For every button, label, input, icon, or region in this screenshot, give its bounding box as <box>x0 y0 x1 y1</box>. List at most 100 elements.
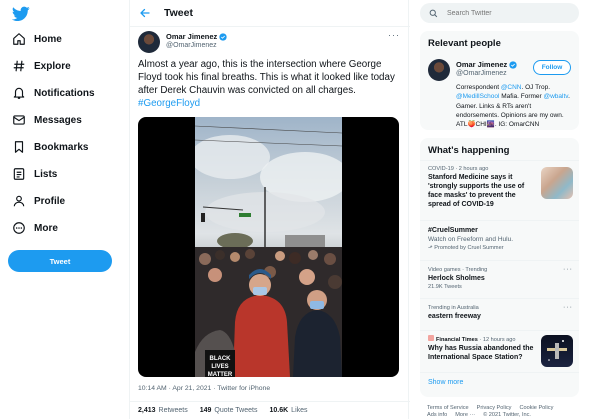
nav-explore[interactable]: Explore <box>12 57 71 75</box>
hashtag-link[interactable]: #GeorgeFloyd <box>138 98 200 109</box>
tweet-video[interactable]: BLACK LIVES MATTER <box>138 117 399 377</box>
verified-badge-icon <box>509 60 517 69</box>
trend-time: · 12 hours ago <box>477 337 516 343</box>
nav-label: Notifications <box>34 87 95 99</box>
back-arrow-icon[interactable] <box>139 7 151 19</box>
trend-subtitle: Watch on Freeform and Hulu. <box>428 236 514 243</box>
quote-tweets-count[interactable]: 149 Quote Tweets <box>200 407 258 414</box>
nav-lists[interactable]: Lists <box>12 165 57 183</box>
page-header: Tweet <box>130 0 410 27</box>
svg-text:BLACK: BLACK <box>210 356 232 362</box>
nav-label: Profile <box>34 195 66 207</box>
trend-headline: #CruelSummer <box>428 227 478 234</box>
tweet-text: Almost a year ago, this is the intersect… <box>138 58 400 110</box>
nav-more[interactable]: More <box>12 219 58 237</box>
svg-text:MATTER: MATTER <box>208 372 233 377</box>
footer-link[interactable]: More ··· <box>455 412 475 419</box>
tweet-stats: 2,413 Retweets 149 Quote Tweets 10.6K Likes <box>130 401 410 419</box>
avatar[interactable] <box>138 31 160 53</box>
list-icon <box>13 168 25 180</box>
footer-link[interactable]: Terms of Service <box>427 405 469 412</box>
person-name-row[interactable]: Omar Jimenez <box>456 60 517 69</box>
trend-thumbnail[interactable] <box>541 167 573 199</box>
author-name-row[interactable]: Omar Jimenez <box>166 32 227 41</box>
likes-value: 10.6K <box>269 407 289 414</box>
trend-source: Financial Times <box>436 337 478 343</box>
bio-link-wbaltv[interactable]: @wbaltv <box>544 93 569 100</box>
divider <box>420 298 579 299</box>
divider <box>420 330 579 331</box>
trend-headline: eastern freeway <box>428 313 481 320</box>
likes-count[interactable]: 10.6K Likes <box>269 407 307 414</box>
retweets-value: 2,413 <box>138 407 156 414</box>
trend-item[interactable]: Video games · Trending Herlock Sholmes 2… <box>428 266 573 291</box>
whats-happening-title: What's happening <box>428 145 510 156</box>
person-icon <box>13 195 25 207</box>
retweets-label: Retweets <box>158 407 188 414</box>
whats-happening-card: What's happening COVID-19 · 2 hours ago … <box>420 138 579 397</box>
verified-badge-icon <box>219 32 227 41</box>
retweets-count[interactable]: 2,413 Retweets <box>138 407 188 414</box>
trend-headline: Herlock Sholmes <box>428 275 485 282</box>
nav-home[interactable]: Home <box>12 30 62 48</box>
hashtag-icon <box>13 60 25 72</box>
trend-item[interactable]: Financial Times · 12 hours ago Why has R… <box>428 335 538 362</box>
tweet-button[interactable]: Tweet <box>8 250 112 272</box>
envelope-icon <box>13 115 25 125</box>
nav-notifications[interactable]: Notifications <box>12 84 95 102</box>
avatar[interactable] <box>428 59 450 81</box>
page-title: Tweet <box>164 7 193 19</box>
footer-link[interactable]: Cookie Policy <box>519 405 553 412</box>
divider <box>420 160 579 161</box>
bio-text: Mafia. Former <box>499 93 544 101</box>
search-bar[interactable] <box>420 3 579 23</box>
author-handle[interactable]: @OmarJimenez <box>166 42 217 49</box>
more-options-icon[interactable]: ··· <box>388 30 400 40</box>
twitter-bird-icon[interactable] <box>12 6 30 22</box>
nav-messages[interactable]: Messages <box>12 111 82 129</box>
nav-label: Explore <box>34 60 71 72</box>
promoted-text: Promoted by Cruel Summer <box>434 245 504 251</box>
nav-label: More <box>34 222 58 234</box>
main-column: Tweet Omar Jimenez @OmarJimenez ··· Almo… <box>129 0 410 419</box>
trend-item[interactable]: Trending in Australia eastern freeway ··… <box>428 304 573 321</box>
footer-links: Terms of Service Privacy Policy Cookie P… <box>427 405 577 419</box>
bio-text: Correspondent <box>456 84 501 91</box>
trend-item-promoted[interactable]: #CruelSummer Watch on Freeform and Hulu.… <box>428 226 573 252</box>
nav-profile[interactable]: Profile <box>12 192 65 210</box>
trend-meta-row: Financial Times · 12 hours ago <box>428 335 538 344</box>
more-options-icon[interactable]: ··· <box>563 266 573 273</box>
nav-label: Bookmarks <box>34 141 89 153</box>
nav-bookmarks[interactable]: Bookmarks <box>12 138 88 156</box>
divider <box>420 260 579 261</box>
search-input[interactable] <box>447 9 567 17</box>
bio-text: . OJ Trop. <box>521 84 551 91</box>
trend-meta: COVID-19 · 2 hours ago <box>428 166 489 172</box>
home-icon <box>13 33 25 45</box>
footer-link[interactable]: Privacy Policy <box>477 405 512 412</box>
more-options-icon[interactable]: ··· <box>563 304 573 311</box>
divider <box>420 220 579 221</box>
tweet-timestamp[interactable]: 10:14 AM · Apr 21, 2021 · Twitter for iP… <box>138 385 270 392</box>
more-circle-icon <box>13 222 25 234</box>
likes-label: Likes <box>291 407 308 414</box>
trend-thumbnail[interactable] <box>541 335 573 367</box>
nav-label: Home <box>34 33 62 45</box>
quote-tweets-label: Quote Tweets <box>214 407 258 414</box>
trend-meta: Trending in Australia <box>428 305 479 311</box>
trend-headline: Why has Russia abandoned the Internation… <box>428 345 534 361</box>
bio-link-medill[interactable]: @MedillSchool <box>456 93 499 100</box>
footer-link[interactable]: Ads info <box>427 412 447 419</box>
search-icon <box>429 9 438 17</box>
trend-headline: Stanford Medicine says it 'strongly supp… <box>428 174 525 208</box>
trend-item[interactable]: COVID-19 · 2 hours ago Stanford Medicine… <box>428 165 533 209</box>
relevant-people-card: Relevant people Omar Jimenez @OmarJimene… <box>420 31 579 130</box>
follow-button[interactable]: Follow <box>533 60 571 75</box>
person-bio: Correspondent @CNN. OJ Trop. @MedillScho… <box>456 83 574 129</box>
bookmark-icon <box>14 141 24 153</box>
promoted-label: ⬏ Promoted by Cruel Summer <box>428 244 573 252</box>
trend-count: 21.9K Tweets <box>428 284 462 290</box>
show-more-link[interactable]: Show more <box>428 379 463 386</box>
person-handle[interactable]: @OmarJimenez <box>456 70 507 77</box>
bio-link-cnn[interactable]: @CNN <box>501 84 522 91</box>
